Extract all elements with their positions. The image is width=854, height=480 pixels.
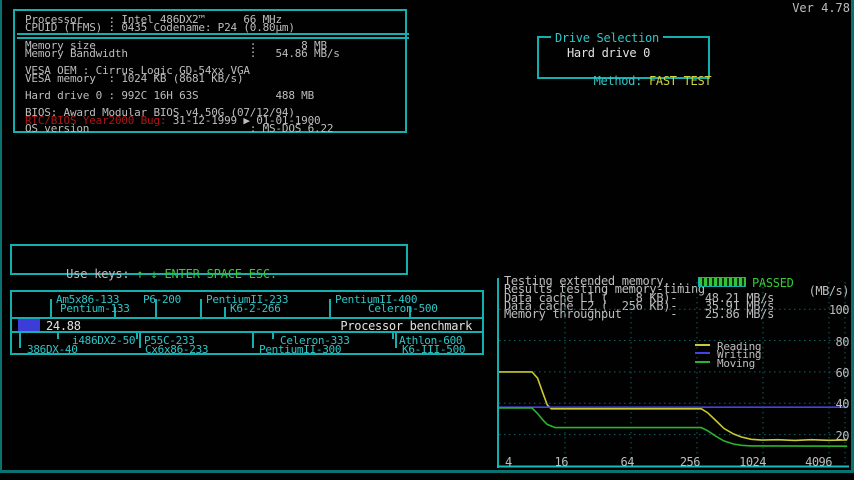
- info-text: VESA memory : 1024 KB (8681 KB/s): [25, 72, 243, 85]
- drive-selection-title: Drive Selection: [551, 31, 663, 45]
- legend-swatch: [695, 352, 710, 354]
- method-label: Method:: [594, 74, 642, 88]
- info-row: OS version : MS-DOS 6.22: [25, 124, 333, 134]
- benchmark-reference-ticks: Am5x86-133P6-200PentiumII-233PentiumII-4…: [12, 292, 482, 353]
- keys-hint-row: Use keys: ↑ ↓ ENTER SPACE ESC.: [24, 253, 277, 295]
- info-row: VESA memory : 1024 KB (8681 KB/s): [25, 74, 243, 84]
- system-info-rows: Processor : Intel 486DX2™ 66 MHzCPUID (T…: [25, 11, 401, 131]
- legend-swatch: [695, 344, 710, 346]
- version-label: Ver 4.78: [770, 1, 850, 15]
- info-row: Memory Bandwidth : 54.86 MB/s: [25, 49, 340, 59]
- benchmark-tick: [139, 331, 141, 348]
- chart-x-tick-label: 4096: [792, 455, 832, 469]
- benchmark-tick: [136, 331, 138, 339]
- benchmark-ref-label: K6-2-266: [230, 302, 281, 315]
- memory-timing-chart: [497, 278, 849, 470]
- benchmark-tick: [252, 331, 254, 348]
- chart-x-tick-label: 4: [505, 455, 512, 469]
- benchmark-tick: [395, 331, 397, 348]
- benchmark-ref-label: Celeron-500: [368, 302, 438, 315]
- benchmark-ref-label: Cx6x86-233: [145, 343, 208, 356]
- chart-x-tick-label: 1024: [726, 455, 766, 469]
- info-text: Memory Bandwidth : 54.86 MB/s: [25, 47, 340, 60]
- legend-item: Moving: [695, 357, 785, 366]
- legend-swatch: [695, 361, 710, 363]
- info-text: OS version : MS-DOS 6.22: [25, 122, 333, 135]
- chart-x-tick-label: 16: [528, 455, 568, 469]
- system-info-box: Processor : Intel 486DX2™ 66 MHzCPUID (T…: [13, 9, 407, 133]
- drive-selection-item[interactable]: Hard drive 0: [567, 46, 650, 60]
- chart-series-reading: [499, 372, 847, 441]
- screen-border-left: [0, 0, 2, 472]
- chart-y-tick-label: 20: [805, 429, 849, 443]
- benchmark-ref-label: P6-200: [143, 293, 181, 306]
- benchmark-tick: [272, 331, 274, 339]
- benchmark-ref-label: K6-III-500: [402, 343, 465, 356]
- keys-hint-keys: ↑ ↓ ENTER SPACE ESC.: [136, 267, 277, 281]
- speedsys-screen: Ver 4.78 Processor : Intel 486DX2™ 66 MH…: [0, 0, 854, 480]
- benchmark-ref-label: Pentium-133: [60, 302, 130, 315]
- benchmark-tick: [50, 299, 52, 317]
- benchmark-tick: [57, 331, 59, 339]
- benchmark-ref-label: PentiumII-300: [259, 343, 341, 356]
- keys-hint-label: Use keys:: [66, 267, 136, 281]
- processor-benchmark-box: 24.88 Processor benchmark Am5x86-133P6-2…: [10, 290, 484, 355]
- chart-x-tick-label: 64: [594, 455, 634, 469]
- info-separator: [17, 33, 409, 35]
- info-row: Hard drive 0 : 992C 16H 63S 488 MB: [25, 91, 314, 101]
- info-text: Hard drive 0 : 992C 16H 63S 488 MB: [25, 89, 314, 102]
- benchmark-tick: [392, 331, 394, 339]
- method-value: FAST TEST: [649, 74, 711, 88]
- screen-border-bottom: [0, 470, 854, 473]
- chart-y-tick-label: 60: [805, 366, 849, 380]
- benchmark-tick: [224, 307, 226, 317]
- benchmark-tick: [200, 299, 202, 317]
- keys-hint-box: Use keys: ↑ ↓ ENTER SPACE ESC.: [10, 244, 408, 275]
- chart-y-tick-label: 80: [805, 335, 849, 349]
- chart-y-tick-label: 40: [805, 397, 849, 411]
- chart-y-tick-label: 100: [805, 303, 849, 317]
- benchmark-ref-label: 386DX-40: [27, 343, 78, 356]
- benchmark-tick: [329, 299, 331, 317]
- chart-x-tick-label: 256: [660, 455, 700, 469]
- legend-label: Moving: [717, 357, 755, 370]
- drive-method-row[interactable]: Method: FAST TEST: [552, 60, 711, 102]
- benchmark-tick: [19, 331, 21, 348]
- benchmark-ref-label: i486DX2-50: [72, 334, 135, 347]
- drive-selection-box: Drive Selection Hard drive 0 Method: FAS…: [537, 36, 710, 79]
